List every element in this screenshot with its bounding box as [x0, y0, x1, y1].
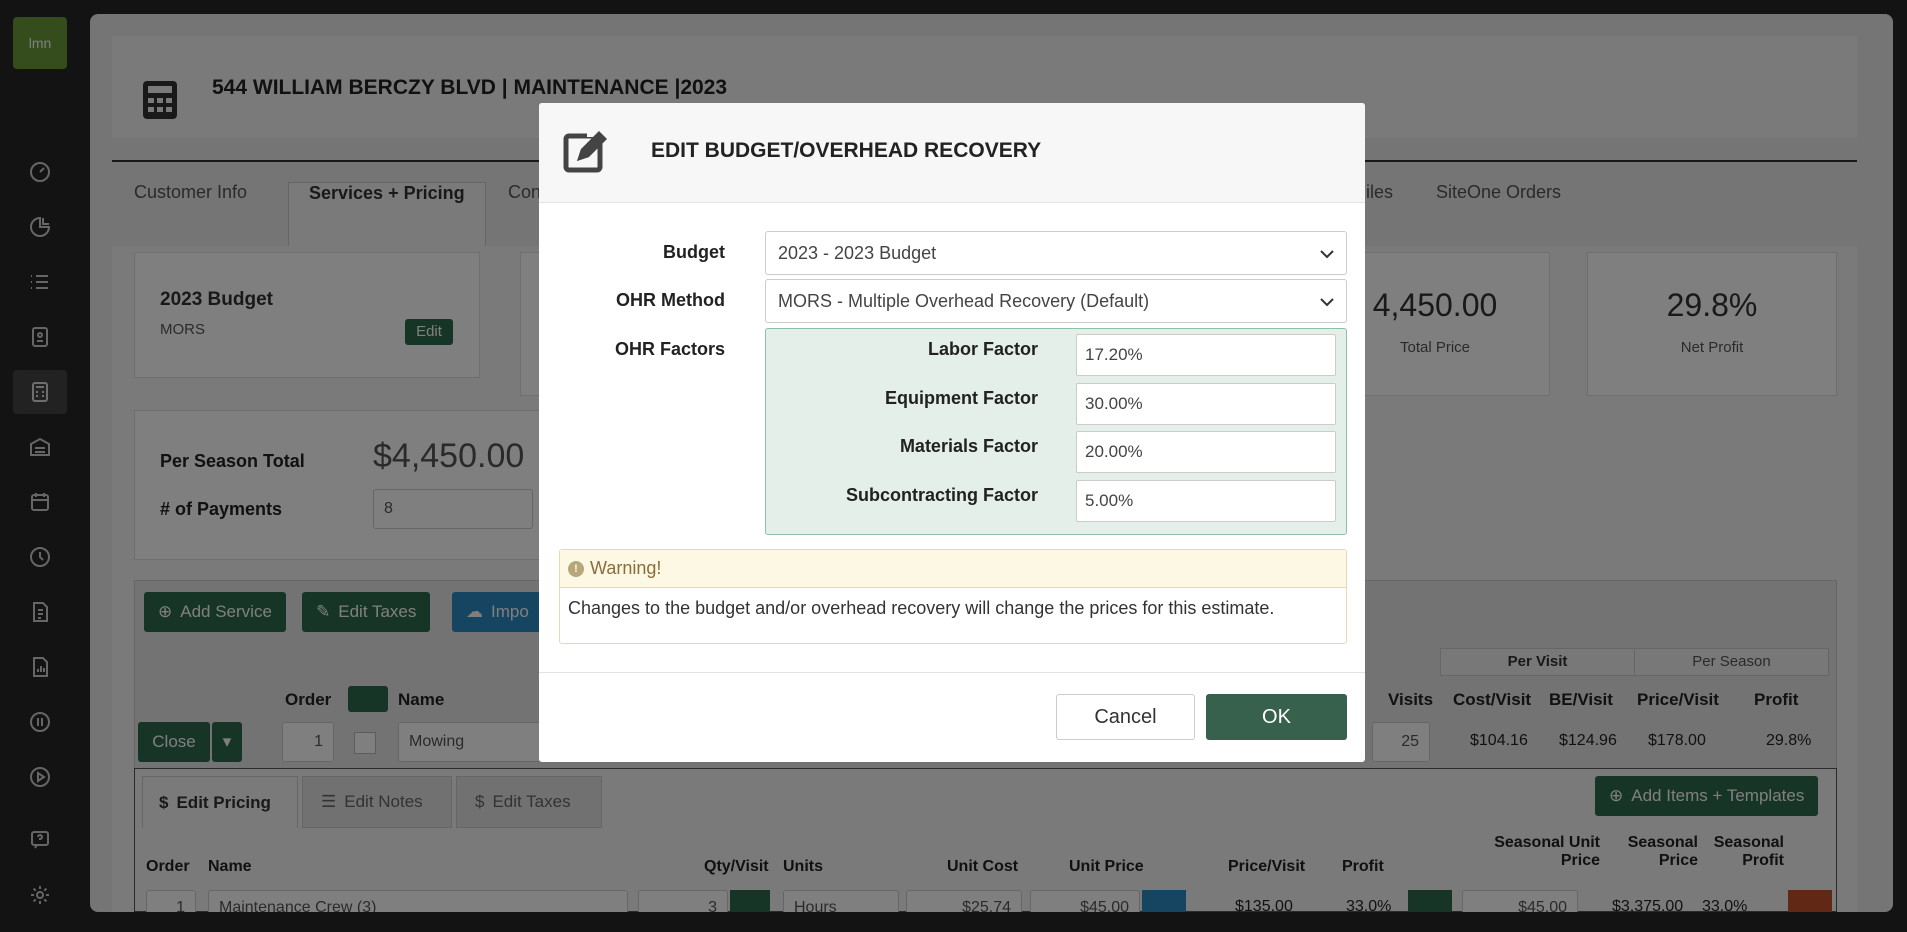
warning-text: Changes to the budget and/or overhead re…	[568, 598, 1275, 618]
ohr-factors-panel: Labor Factor 17.20% Equipment Factor 30.…	[765, 328, 1347, 535]
ohr-factors-label: OHR Factors	[614, 339, 725, 359]
warning-icon: !	[568, 560, 584, 577]
warning-header: ! Warning!	[560, 550, 1346, 588]
warning-title: Warning!	[590, 558, 662, 578]
budget-label: Budget	[663, 242, 725, 262]
modal-title: EDIT BUDGET/OVERHEAD RECOVERY	[651, 139, 1042, 162]
ohr-method-label: OHR Method	[616, 290, 725, 310]
chevron-down-icon	[1320, 243, 1334, 264]
ohr-method-select-value: MORS - Multiple Overhead Recovery (Defau…	[778, 290, 1150, 311]
warning-box: ! Warning! Changes to the budget and/or …	[559, 549, 1347, 644]
subcontracting-factor-label: Subcontracting Factor	[845, 485, 1038, 505]
modal-footer-divider	[539, 672, 1365, 673]
budget-select-value: 2023 - 2023 Budget	[778, 242, 937, 263]
subcontracting-factor-input[interactable]: 5.00%	[1076, 480, 1336, 522]
cancel-button[interactable]: Cancel	[1056, 694, 1195, 740]
equipment-factor-input[interactable]: 30.00%	[1076, 383, 1336, 425]
materials-factor-input[interactable]: 20.00%	[1076, 431, 1336, 473]
labor-factor-input[interactable]: 17.20%	[1076, 334, 1336, 376]
labor-factor-label: Labor Factor	[927, 339, 1038, 359]
modal-header: EDIT BUDGET/OVERHEAD RECOVERY	[539, 103, 1365, 203]
equipment-factor-label: Equipment Factor	[884, 388, 1038, 408]
edit-icon	[563, 127, 621, 179]
ohr-method-select[interactable]: MORS - Multiple Overhead Recovery (Defau…	[765, 279, 1347, 323]
edit-budget-modal: EDIT BUDGET/OVERHEAD RECOVERY Budget 202…	[539, 103, 1365, 762]
materials-factor-label: Materials Factor	[899, 436, 1038, 456]
chevron-down-icon	[1320, 291, 1334, 312]
ok-button[interactable]: OK	[1206, 694, 1347, 740]
budget-select[interactable]: 2023 - 2023 Budget	[765, 231, 1347, 275]
